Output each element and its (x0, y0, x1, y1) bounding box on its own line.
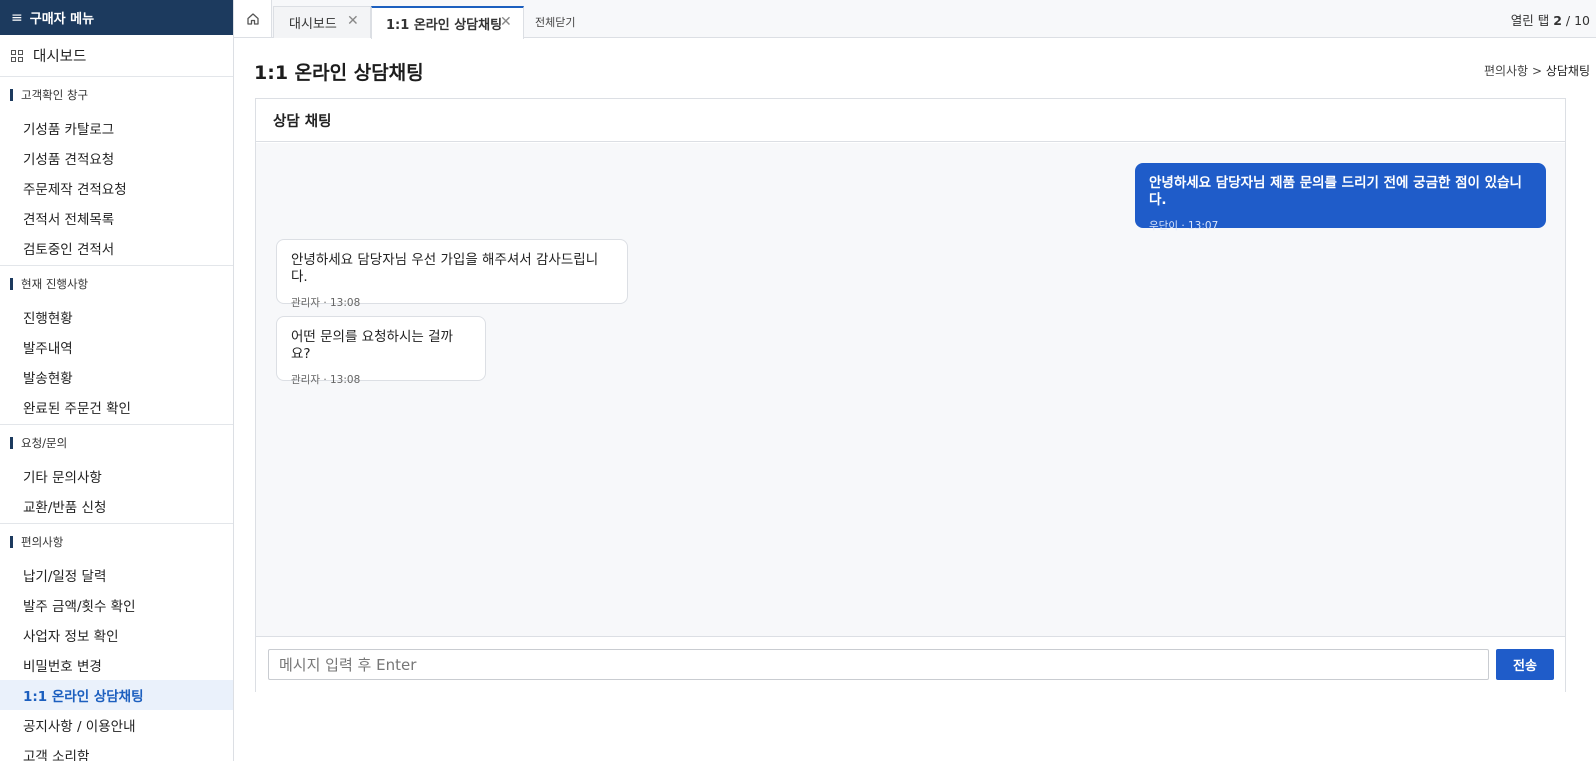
section-title: 편의사항 (0, 524, 233, 560)
section-title: 현재 진행사항 (0, 266, 233, 302)
sidebar-section-customer: 고객확인 창구 기성품 카탈로그 기성품 견적요청 주문제작 견적요청 견적서 … (0, 77, 233, 266)
sidebar-section-requests: 요청/문의 기타 문의사항 교환/반품 신청 (0, 425, 233, 524)
sidebar-item[interactable]: 검토중인 견적서 (0, 233, 233, 263)
sidebar-item[interactable]: 기성품 견적요청 (0, 143, 233, 173)
sidebar-item[interactable]: 고객 소리함 (0, 740, 233, 761)
message-text: 안녕하세요 담당자님 제품 문의를 드리기 전에 궁금한 점이 있습니다. (1149, 175, 1522, 208)
section-title: 고객확인 창구 (0, 77, 233, 113)
close-icon[interactable]: ✕ (500, 15, 512, 29)
chat-panel: 상담 채팅 안녕하세요 담당자님 제품 문의를 드리기 전에 궁금한 점이 있습… (255, 98, 1566, 692)
app: ≡ 구매자 메뉴 대시보드 고객확인 창구 기성품 카탈로그 기성품 견적요청 … (0, 0, 1596, 761)
tab-label: 대시보드 (289, 17, 337, 32)
sidebar-item[interactable]: 사업자 정보 확인 (0, 620, 233, 650)
message-text: 안녕하세요 담당자님 우선 가입을 해주셔서 감사드립니다. (291, 252, 599, 285)
sidebar-section-progress: 현재 진행사항 진행현황 발주내역 발송현황 완료된 주문건 확인 (0, 266, 233, 425)
sidebar-header[interactable]: ≡ 구매자 메뉴 (0, 0, 233, 35)
sidebar-item[interactable]: 납기/일정 달력 (0, 560, 233, 590)
sidebar-item[interactable]: 발주내역 (0, 332, 233, 362)
sidebar-title: 구매자 메뉴 (29, 12, 95, 27)
chat-input-row: 전송 (256, 636, 1565, 692)
sidebar-section-convenience: 편의사항 납기/일정 달력 발주 금액/횟수 확인 사업자 정보 확인 비밀번호… (0, 524, 233, 761)
sidebar-item[interactable]: 발주 금액/횟수 확인 (0, 590, 233, 620)
open-tabs-count: 2 (1553, 13, 1562, 28)
open-tabs-counter: 열린 탭 2 / 10 (1510, 13, 1590, 28)
sidebar-item[interactable]: 교환/반품 신청 (0, 491, 233, 521)
message-text: 어떤 문의를 요청하시는 걸까요? (291, 329, 453, 362)
sidebar-item-label: 대시보드 (33, 49, 87, 65)
sidebar-item[interactable]: 진행현황 (0, 302, 233, 332)
sidebar-item[interactable]: 공지사항 / 이용안내 (0, 710, 233, 740)
chat-messages[interactable]: 안녕하세요 담당자님 제품 문의를 드리기 전에 궁금한 점이 있습니다. 우단… (256, 143, 1565, 636)
sidebar-item[interactable]: 기타 문의사항 (0, 461, 233, 491)
sidebar: ≡ 구매자 메뉴 대시보드 고객확인 창구 기성품 카탈로그 기성품 견적요청 … (0, 0, 234, 761)
tab-chat[interactable]: 1:1 온라인 상담채팅 ✕ (371, 6, 524, 39)
main-content: 1:1 온라인 상담채팅 편의사항 > 상담채팅 상담 채팅 안녕하세요 담당자… (234, 38, 1596, 761)
sidebar-item[interactable]: 주문제작 견적요청 (0, 173, 233, 203)
message-bubble-outgoing: 안녕하세요 담당자님 제품 문의를 드리기 전에 궁금한 점이 있습니다. 우단… (1135, 163, 1546, 232)
sidebar-item-active[interactable]: 1:1 온라인 상담채팅 (0, 680, 233, 710)
home-button[interactable] (234, 0, 272, 37)
send-button[interactable]: 전송 (1496, 649, 1554, 680)
tab-dashboard[interactable]: 대시보드 ✕ (273, 6, 371, 38)
section-title: 요청/문의 (0, 425, 233, 461)
sidebar-item[interactable]: 견적서 전체목록 (0, 203, 233, 233)
grid-icon (11, 49, 23, 62)
message-bubble-incoming: 어떤 문의를 요청하시는 걸까요? 관리자 · 13:08 (276, 316, 486, 386)
message-meta: 관리자 · 13:08 (291, 374, 361, 386)
message-input[interactable] (268, 649, 1489, 680)
breadcrumb-current: 상담채팅 (1545, 64, 1590, 78)
tab-bar: 대시보드 ✕ 1:1 온라인 상담채팅 ✕ 전체닫기 열린 탭 2 / 10 (234, 0, 1596, 39)
breadcrumb: 편의사항 > 상담채팅 (1483, 64, 1590, 78)
sidebar-item[interactable]: 기성품 카탈로그 (0, 113, 233, 143)
breadcrumb-parent[interactable]: 편의사항 (1484, 64, 1528, 78)
sidebar-item[interactable]: 발송현황 (0, 362, 233, 392)
close-all-button[interactable]: 전체닫기 (535, 14, 575, 30)
tab-label: 1:1 온라인 상담채팅 (386, 18, 503, 33)
message-bubble-incoming: 안녕하세요 담당자님 우선 가입을 해주셔서 감사드립니다. 관리자 · 13:… (276, 239, 628, 309)
close-icon[interactable]: ✕ (347, 14, 359, 28)
message-meta: 우단이 · 13:07 (1149, 220, 1219, 232)
home-icon (246, 12, 259, 25)
page-title: 1:1 온라인 상담채팅 (254, 62, 424, 84)
message-meta: 관리자 · 13:08 (291, 297, 361, 309)
panel-title: 상담 채팅 (256, 99, 1565, 142)
hamburger-icon[interactable]: ≡ (11, 10, 23, 26)
sidebar-item[interactable]: 완료된 주문건 확인 (0, 392, 233, 422)
sidebar-item[interactable]: 비밀번호 변경 (0, 650, 233, 680)
sidebar-item-dashboard[interactable]: 대시보드 (0, 35, 233, 77)
